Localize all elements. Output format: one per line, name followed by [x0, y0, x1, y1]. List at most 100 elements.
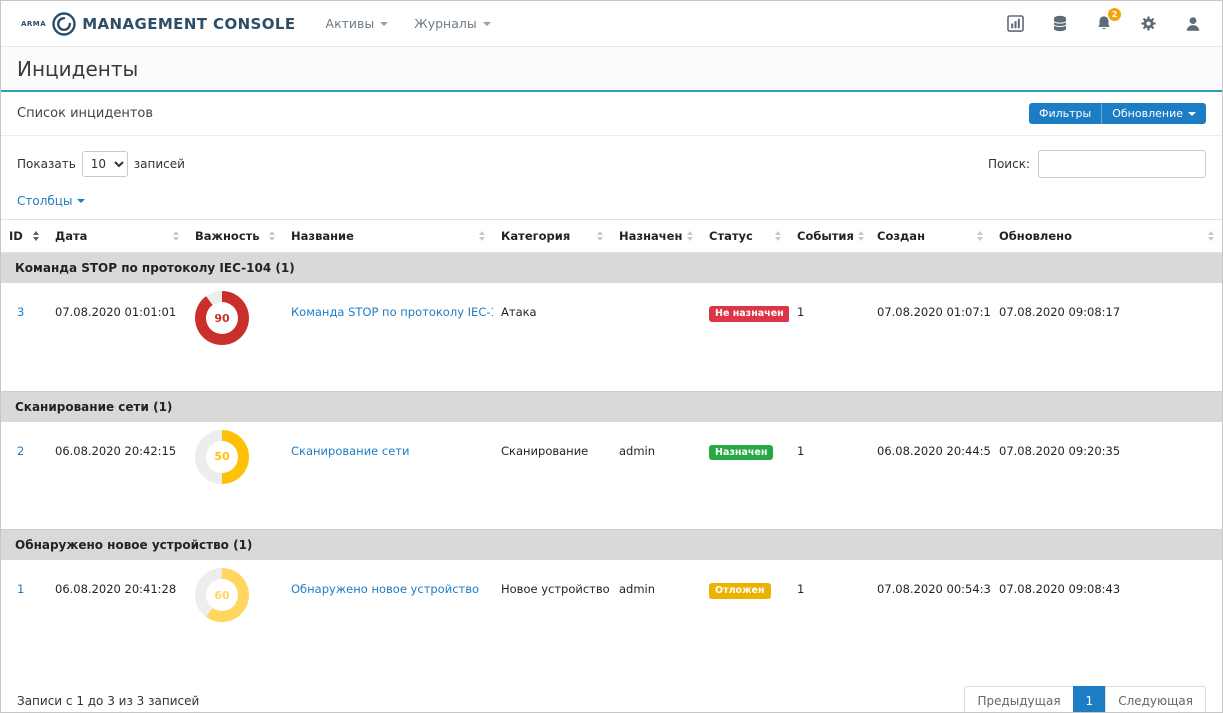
- status-badge: Отложен: [709, 583, 771, 599]
- group-label: Обнаружено новое устройство (1): [1, 530, 1222, 561]
- col-header-category[interactable]: Категория: [493, 220, 611, 253]
- pagination-prev[interactable]: Предыдущая: [964, 686, 1073, 713]
- incident-row: 1 06.08.2020 20:41:28 60 Обнаружено ново…: [1, 560, 1222, 668]
- sort-icon: [173, 231, 179, 241]
- incident-name-link[interactable]: Сканирование сети: [291, 444, 409, 458]
- incident-events: 1: [789, 560, 869, 668]
- incident-date: 06.08.2020 20:42:15: [47, 422, 187, 530]
- pagination: Предыдущая 1 Следующая: [964, 686, 1206, 713]
- col-header-updated[interactable]: Обновлено: [991, 220, 1222, 253]
- group-label: Сканирование сети (1): [1, 391, 1222, 422]
- sort-icon: [269, 231, 275, 241]
- chevron-down-icon: [380, 22, 388, 26]
- refresh-dropdown-button[interactable]: Обновление: [1102, 103, 1206, 124]
- incidents-table: ID Дата Важность Название Категория Назн…: [1, 219, 1222, 668]
- sort-icon: [33, 231, 39, 241]
- col-header-date[interactable]: Дата: [47, 220, 187, 253]
- incident-row: 2 06.08.2020 20:42:15 50 Сканирование се…: [1, 422, 1222, 530]
- sort-icon: [775, 231, 781, 241]
- col-header-status[interactable]: Статус: [701, 220, 789, 253]
- group-header-row: Сканирование сети (1): [1, 391, 1222, 422]
- col-header-id[interactable]: ID: [1, 220, 47, 253]
- search-label: Поиск:: [988, 157, 1030, 171]
- chevron-down-icon: [1188, 112, 1196, 116]
- incident-category: Атака: [493, 283, 611, 391]
- app-window: ARMA MANAGEMENT CONSOLE Активы Журналы 2: [0, 0, 1223, 713]
- page-size-select[interactable]: 10: [82, 151, 128, 177]
- database-icon[interactable]: [1051, 14, 1069, 33]
- header-buttons: Фильтры Обновление: [1029, 103, 1206, 124]
- incident-id-link[interactable]: 3: [17, 305, 24, 319]
- group-header-row: Обнаружено новое устройство (1): [1, 530, 1222, 561]
- col-header-assignee[interactable]: Назначен: [611, 220, 701, 253]
- card-title: Список инцидентов: [17, 106, 153, 121]
- incident-created: 07.08.2020 01:07:14: [869, 283, 991, 391]
- search-input[interactable]: [1038, 150, 1206, 178]
- incident-assignee: admin: [611, 422, 701, 530]
- sort-icon: [687, 231, 693, 241]
- table-controls: Показать 10 записей Поиск:: [1, 136, 1222, 182]
- incident-assignee: admin: [611, 560, 701, 668]
- incident-assignee: [611, 283, 701, 391]
- chevron-down-icon: [77, 199, 85, 203]
- incident-category: Сканирование: [493, 422, 611, 530]
- group-header-row: Команда STOP по протоколу IEC-104 (1): [1, 253, 1222, 284]
- main-menu: Активы Журналы: [326, 16, 491, 31]
- severity-donut: 50: [195, 430, 249, 484]
- filters-button[interactable]: Фильтры: [1029, 103, 1102, 124]
- col-header-events[interactable]: События: [789, 220, 869, 253]
- sort-icon: [1208, 231, 1214, 241]
- page-title-bar: Инциденты: [1, 47, 1222, 92]
- col-header-severity[interactable]: Важность: [187, 220, 283, 253]
- records-info: Записи с 1 до 3 из 3 записей: [17, 694, 199, 708]
- pagination-page-1[interactable]: 1: [1073, 686, 1107, 713]
- gear-icon[interactable]: [1139, 14, 1158, 33]
- brand-title: MANAGEMENT CONSOLE: [82, 15, 295, 33]
- incident-created: 06.08.2020 20:44:52: [869, 422, 991, 530]
- sort-icon: [479, 231, 485, 241]
- chevron-down-icon: [483, 22, 491, 26]
- pagination-next[interactable]: Следующая: [1105, 686, 1206, 713]
- group-label: Команда STOP по протоколу IEC-104 (1): [1, 253, 1222, 284]
- sort-icon: [858, 231, 864, 241]
- severity-donut: 90: [195, 291, 249, 345]
- records-label: записей: [134, 157, 185, 171]
- brand-logo[interactable]: ARMA MANAGEMENT CONSOLE: [21, 11, 296, 37]
- filters-button-label: Фильтры: [1039, 107, 1091, 120]
- notification-badge: 2: [1108, 8, 1121, 21]
- bell-icon[interactable]: 2: [1095, 14, 1113, 33]
- show-label: Показать: [17, 157, 76, 171]
- incident-created: 07.08.2020 00:54:39: [869, 560, 991, 668]
- nav-journals[interactable]: Журналы: [414, 16, 491, 31]
- incident-id-link[interactable]: 1: [17, 582, 24, 596]
- table-header-row: ID Дата Важность Название Категория Назн…: [1, 220, 1222, 253]
- incident-updated: 07.08.2020 09:08:43: [991, 560, 1222, 668]
- card-header: Список инцидентов Фильтры Обновление: [1, 92, 1222, 136]
- incident-date: 06.08.2020 20:41:28: [47, 560, 187, 668]
- col-header-name[interactable]: Название: [283, 220, 493, 253]
- incident-updated: 07.08.2020 09:20:35: [991, 422, 1222, 530]
- columns-row: Столбцы: [1, 182, 1222, 219]
- incident-category: Новое устройство: [493, 560, 611, 668]
- chart-icon[interactable]: [1006, 14, 1025, 33]
- arma-wordmark: ARMA: [21, 20, 46, 28]
- top-navbar: ARMA MANAGEMENT CONSOLE Активы Журналы 2: [1, 1, 1222, 47]
- incident-updated: 07.08.2020 09:08:17: [991, 283, 1222, 391]
- nav-assets-label: Активы: [326, 16, 375, 31]
- col-header-created[interactable]: Создан: [869, 220, 991, 253]
- page-size-control: Показать 10 записей: [17, 151, 185, 177]
- sort-icon: [597, 231, 603, 241]
- columns-label: Столбцы: [17, 194, 72, 208]
- columns-dropdown[interactable]: Столбцы: [17, 194, 85, 208]
- status-badge: Назначен: [709, 445, 773, 461]
- nav-assets[interactable]: Активы: [326, 16, 389, 31]
- incident-events: 1: [789, 283, 869, 391]
- incident-id-link[interactable]: 2: [17, 444, 24, 458]
- incident-name-link[interactable]: Обнаружено новое устройство: [291, 582, 479, 596]
- search-control: Поиск:: [988, 150, 1206, 178]
- status-badge: Не назначен: [709, 306, 789, 322]
- incident-events: 1: [789, 422, 869, 530]
- incident-name-link[interactable]: Команда STOP по протоколу IEC-104: [291, 305, 493, 319]
- user-icon[interactable]: [1184, 15, 1202, 33]
- incident-date: 07.08.2020 01:01:01: [47, 283, 187, 391]
